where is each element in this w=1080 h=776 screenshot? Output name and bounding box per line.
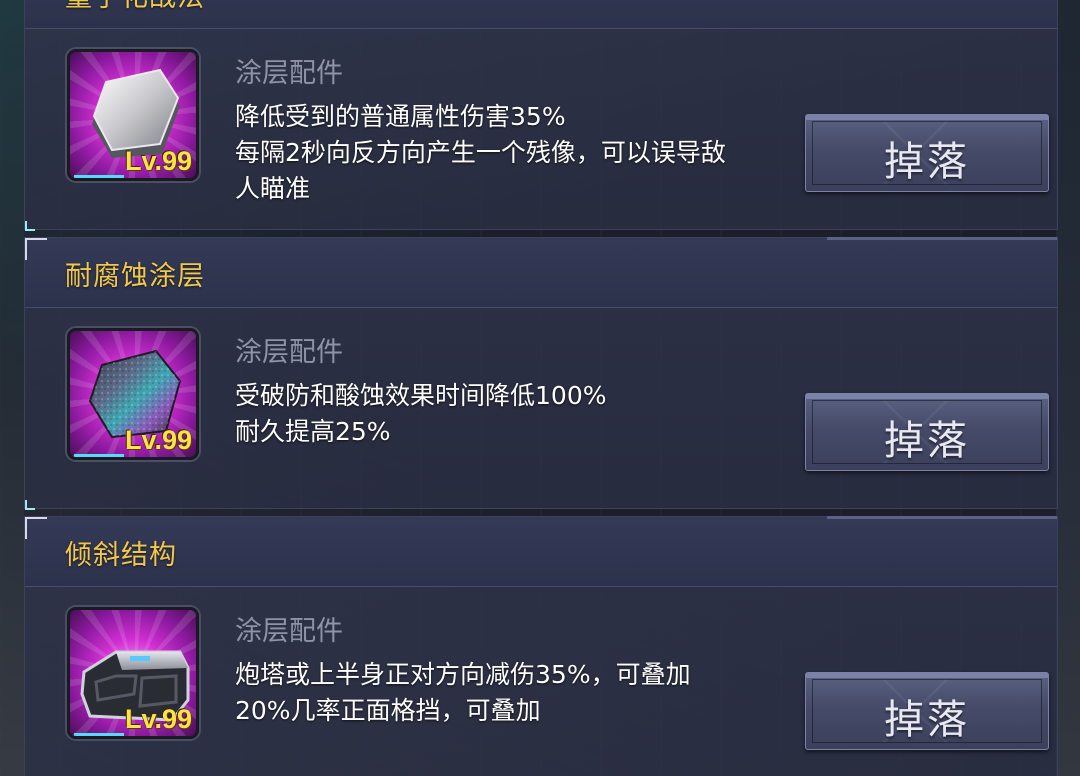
description-line: 每隔2秒向反方向产生一个残像，可以误导敌 bbox=[235, 138, 726, 167]
description-line: 20%几率正面格挡，可叠加 bbox=[235, 696, 541, 725]
item-card-header: 量子化战法 bbox=[25, 0, 1057, 29]
drop-button[interactable]: 掉落 bbox=[805, 393, 1049, 471]
drop-button-label: 掉落 bbox=[884, 139, 970, 185]
item-card-header: 耐腐蚀涂层 bbox=[25, 237, 1057, 308]
description-line: 降低受到的普通属性伤害35% bbox=[235, 102, 566, 131]
item-type: 涂层配件 bbox=[235, 58, 343, 89]
item-title: 量子化战法 bbox=[65, 0, 205, 14]
item-description: 炮塔或上半身正对方向减伤35%，可叠加 20%几率正面格挡，可叠加 bbox=[235, 657, 795, 729]
item-card-3: 倾斜结构 Lv.99 涂层配件 炮塔或上半身正对方向减伤35%，可叠加 20%几… bbox=[24, 516, 1058, 776]
item-level: Lv.99 bbox=[124, 425, 192, 455]
description-line: 耐久提高25% bbox=[235, 417, 391, 446]
item-title: 倾斜结构 bbox=[65, 540, 177, 571]
item-card-body: Lv.99 涂层配件 炮塔或上半身正对方向减伤35%，可叠加 20%几率正面格挡… bbox=[25, 587, 1057, 776]
background-right-deco bbox=[1056, 0, 1080, 776]
description-line: 炮塔或上半身正对方向减伤35%，可叠加 bbox=[235, 660, 691, 689]
item-description: 受破防和酸蚀效果时间降低100% 耐久提高25% bbox=[235, 378, 795, 450]
description-line: 受破防和酸蚀效果时间降低100% bbox=[235, 381, 607, 410]
item-icon-frame[interactable]: Lv.99 bbox=[67, 328, 199, 460]
item-type: 涂层配件 bbox=[235, 337, 343, 368]
icon-accent-bar bbox=[74, 454, 124, 457]
item-card-1: 量子化战法 Lv.99 涂层配件 降低受到的普通属性伤害35% 每隔2秒向反方 bbox=[24, 0, 1058, 231]
item-level: Lv.99 bbox=[124, 704, 192, 734]
icon-accent-bar bbox=[74, 175, 124, 178]
item-icon-frame[interactable]: Lv.99 bbox=[67, 607, 199, 739]
icon-accent-bar bbox=[74, 733, 124, 736]
drop-button-label: 掉落 bbox=[884, 697, 970, 743]
drop-button[interactable]: 掉落 bbox=[805, 672, 1049, 750]
drop-button-label: 掉落 bbox=[884, 418, 970, 464]
item-type: 涂层配件 bbox=[235, 616, 343, 647]
drop-button[interactable]: 掉落 bbox=[805, 114, 1049, 192]
item-description: 降低受到的普通属性伤害35% 每隔2秒向反方向产生一个残像，可以误导敌 人瞄准 bbox=[235, 99, 795, 207]
background-left-deco bbox=[0, 0, 24, 776]
item-card-body: Lv.99 涂层配件 降低受到的普通属性伤害35% 每隔2秒向反方向产生一个残像… bbox=[25, 29, 1057, 231]
item-title: 耐腐蚀涂层 bbox=[65, 261, 205, 292]
item-icon-frame[interactable]: Lv.99 bbox=[67, 49, 199, 181]
description-line: 人瞄准 bbox=[235, 174, 311, 203]
item-card-2: 耐腐蚀涂层 Lv.99 涂层配件 受破防和酸蚀效果时间降低100% 耐久提高25… bbox=[24, 237, 1058, 510]
item-level: Lv.99 bbox=[124, 146, 192, 176]
item-card-body: Lv.99 涂层配件 受破防和酸蚀效果时间降低100% 耐久提高25% 掉落 bbox=[25, 308, 1057, 510]
item-card-header: 倾斜结构 bbox=[25, 516, 1057, 587]
